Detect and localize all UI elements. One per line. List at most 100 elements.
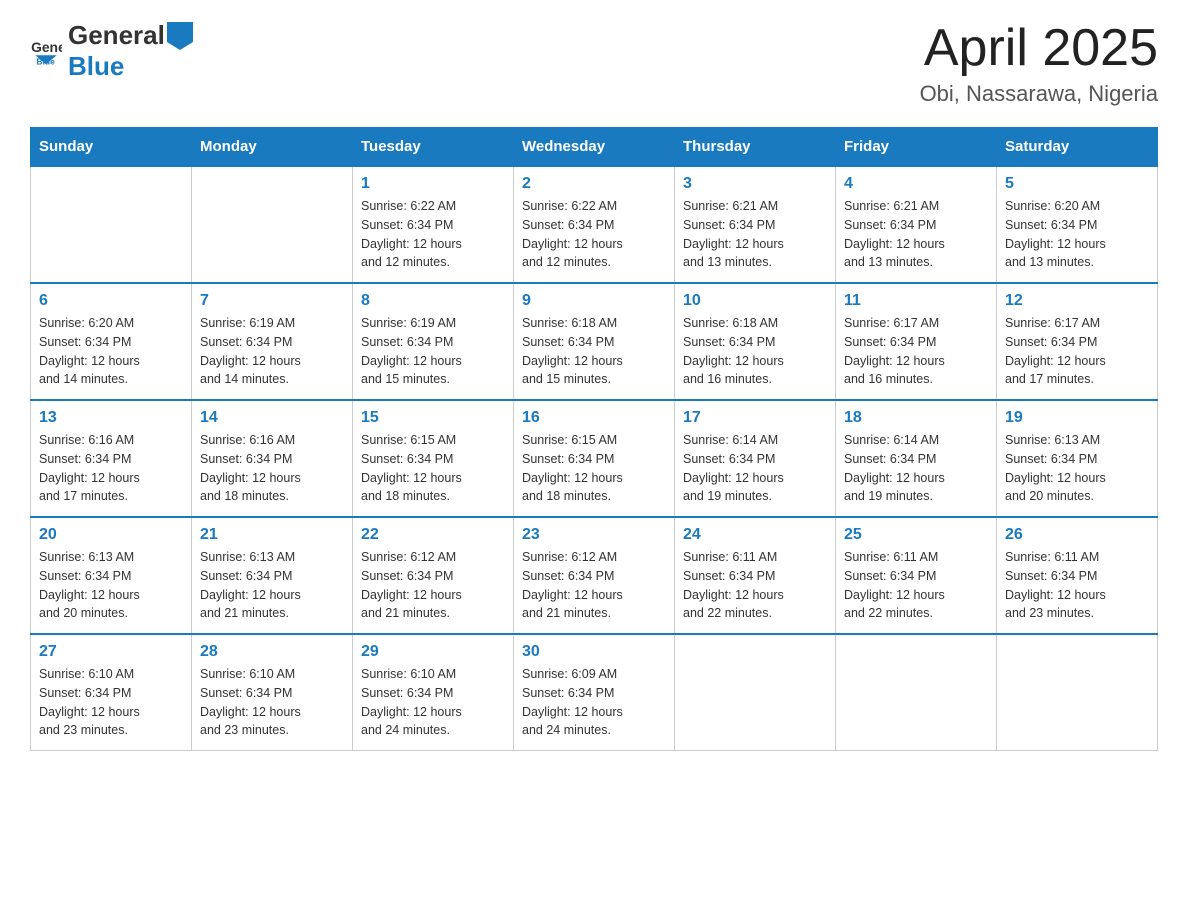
month-title: April 2025 [920,20,1158,77]
calendar-cell: 5Sunrise: 6:20 AM Sunset: 6:34 PM Daylig… [997,166,1158,283]
day-number: 9 [522,292,666,310]
logo-icon: General Blue [30,35,62,67]
weekday-header-friday: Friday [836,128,997,167]
day-info: Sunrise: 6:20 AM Sunset: 6:34 PM Dayligh… [39,314,183,389]
day-number: 26 [1005,526,1149,544]
title-block: April 2025 Obi, Nassarawa, Nigeria [920,20,1158,107]
weekday-header-saturday: Saturday [997,128,1158,167]
day-info: Sunrise: 6:14 AM Sunset: 6:34 PM Dayligh… [683,431,827,506]
calendar-cell: 24 Sunrise: 6:11 AM Sunset: 6:34 PM Dayli… [675,517,836,634]
weekday-header-tuesday: Tuesday [353,128,514,167]
calendar-cell [997,634,1158,751]
day-number: 2 [522,175,666,193]
day-number: 29 [361,643,505,661]
svg-text:General: General [31,39,62,55]
weekday-header-wednesday: Wednesday [514,128,675,167]
calendar-week-row: 13 Sunrise: 6:16 AM Sunset: 6:34 PM Dayli… [31,400,1158,517]
logo-arrow-icon [167,22,193,50]
day-info: Sunrise: 6:19 AM Sunset: 6:34 PM Dayligh… [361,314,505,389]
calendar-cell [192,166,353,283]
calendar-cell: 9 Sunrise: 6:18 AM Sunset: 6:34 PM Daylig… [514,283,675,400]
day-number: 3 [683,175,827,193]
page-header: General Blue General Blue April 2025 Obi… [30,20,1158,107]
day-info: Sunrise: 6:10 AM Sunset: 6:34 PM Dayligh… [200,665,344,740]
calendar-week-row: 6 Sunrise: 6:20 AM Sunset: 6:34 PM Daylig… [31,283,1158,400]
day-number: 30 [522,643,666,661]
day-info: Sunrise: 6:20 AM Sunset: 6:34 PM Dayligh… [1005,197,1149,272]
calendar-cell: 15 Sunrise: 6:15 AM Sunset: 6:34 PM Dayli… [353,400,514,517]
day-info: Sunrise: 6:10 AM Sunset: 6:34 PM Dayligh… [361,665,505,740]
weekday-header-thursday: Thursday [675,128,836,167]
calendar-cell [675,634,836,751]
calendar-cell [836,634,997,751]
day-number: 28 [200,643,344,661]
calendar-cell: 8Sunrise: 6:19 AM Sunset: 6:34 PM Daylig… [353,283,514,400]
day-info: Sunrise: 6:13 AM Sunset: 6:34 PM Dayligh… [1005,431,1149,506]
calendar-cell: 16Sunrise: 6:15 AM Sunset: 6:34 PM Dayli… [514,400,675,517]
day-number: 15 [361,409,505,427]
day-info: Sunrise: 6:10 AM Sunset: 6:34 PM Dayligh… [39,665,183,740]
svg-text:Blue: Blue [36,56,55,66]
calendar-week-row: 1 Sunrise: 6:22 AM Sunset: 6:34 PM Daylig… [31,166,1158,283]
day-info: Sunrise: 6:09 AM Sunset: 6:34 PM Dayligh… [522,665,666,740]
day-info: Sunrise: 6:14 AM Sunset: 6:34 PM Dayligh… [844,431,988,506]
day-number: 7 [200,292,344,310]
day-info: Sunrise: 6:16 AM Sunset: 6:34 PM Dayligh… [200,431,344,506]
calendar-cell: 17 Sunrise: 6:14 AM Sunset: 6:34 PM Dayli… [675,400,836,517]
calendar-cell: 1Sunrise: 6:22 AM Sunset: 6:34 PM Daylig… [353,166,514,283]
day-info: Sunrise: 6:18 AM Sunset: 6:34 PM Dayligh… [522,314,666,389]
day-number: 13 [39,409,183,427]
calendar-header: SundayMondayTuesdayWednesdayThursdayFrid… [31,128,1158,167]
day-number: 11 [844,292,988,310]
day-info: Sunrise: 6:11 AM Sunset: 6:34 PM Dayligh… [844,548,988,623]
calendar-cell: 26Sunrise: 6:11 AM Sunset: 6:34 PM Dayli… [997,517,1158,634]
day-info: Sunrise: 6:18 AM Sunset: 6:34 PM Dayligh… [683,314,827,389]
day-info: Sunrise: 6:13 AM Sunset: 6:34 PM Dayligh… [39,548,183,623]
day-info: Sunrise: 6:15 AM Sunset: 6:34 PM Dayligh… [522,431,666,506]
calendar-cell: 11Sunrise: 6:17 AM Sunset: 6:34 PM Dayli… [836,283,997,400]
day-info: Sunrise: 6:11 AM Sunset: 6:34 PM Dayligh… [683,548,827,623]
day-info: Sunrise: 6:21 AM Sunset: 6:34 PM Dayligh… [683,197,827,272]
calendar-cell: 28 Sunrise: 6:10 AM Sunset: 6:34 PM Dayli… [192,634,353,751]
calendar-cell: 6 Sunrise: 6:20 AM Sunset: 6:34 PM Daylig… [31,283,192,400]
day-number: 6 [39,292,183,310]
day-number: 20 [39,526,183,544]
calendar-cell: 3 Sunrise: 6:21 AM Sunset: 6:34 PM Daylig… [675,166,836,283]
day-number: 27 [39,643,183,661]
calendar-cell: 18Sunrise: 6:14 AM Sunset: 6:34 PM Dayli… [836,400,997,517]
day-info: Sunrise: 6:21 AM Sunset: 6:34 PM Dayligh… [844,197,988,272]
day-number: 14 [200,409,344,427]
day-info: Sunrise: 6:17 AM Sunset: 6:34 PM Dayligh… [1005,314,1149,389]
logo-general-text: General [68,20,165,51]
calendar-cell: 29 Sunrise: 6:10 AM Sunset: 6:34 PM Dayli… [353,634,514,751]
day-number: 12 [1005,292,1149,310]
calendar-cell: 30 Sunrise: 6:09 AM Sunset: 6:34 PM Dayli… [514,634,675,751]
calendar-cell: 13Sunrise: 6:16 AM Sunset: 6:34 PM Dayli… [31,400,192,517]
calendar-cell: 22Sunrise: 6:12 AM Sunset: 6:34 PM Dayli… [353,517,514,634]
day-info: Sunrise: 6:19 AM Sunset: 6:34 PM Dayligh… [200,314,344,389]
day-info: Sunrise: 6:12 AM Sunset: 6:34 PM Dayligh… [361,548,505,623]
day-number: 17 [683,409,827,427]
day-number: 4 [844,175,988,193]
calendar-cell: 4 Sunrise: 6:21 AM Sunset: 6:34 PM Daylig… [836,166,997,283]
day-info: Sunrise: 6:12 AM Sunset: 6:34 PM Dayligh… [522,548,666,623]
weekday-header-sunday: Sunday [31,128,192,167]
day-number: 21 [200,526,344,544]
day-info: Sunrise: 6:15 AM Sunset: 6:34 PM Dayligh… [361,431,505,506]
calendar-cell: 10Sunrise: 6:18 AM Sunset: 6:34 PM Dayli… [675,283,836,400]
calendar-cell: 21 Sunrise: 6:13 AM Sunset: 6:34 PM Dayli… [192,517,353,634]
day-number: 1 [361,175,505,193]
calendar-week-row: 27 Sunrise: 6:10 AM Sunset: 6:34 PM Dayli… [31,634,1158,751]
calendar-cell: 2 Sunrise: 6:22 AM Sunset: 6:34 PM Daylig… [514,166,675,283]
calendar-cell: 20 Sunrise: 6:13 AM Sunset: 6:34 PM Dayli… [31,517,192,634]
day-info: Sunrise: 6:13 AM Sunset: 6:34 PM Dayligh… [200,548,344,623]
day-number: 24 [683,526,827,544]
day-number: 25 [844,526,988,544]
day-number: 19 [1005,409,1149,427]
calendar-cell: 14 Sunrise: 6:16 AM Sunset: 6:34 PM Dayli… [192,400,353,517]
day-info: Sunrise: 6:22 AM Sunset: 6:34 PM Dayligh… [522,197,666,272]
location-title: Obi, Nassarawa, Nigeria [920,81,1158,107]
calendar-cell: 25 Sunrise: 6:11 AM Sunset: 6:34 PM Dayli… [836,517,997,634]
weekday-header-monday: Monday [192,128,353,167]
logo-blue-text: Blue [68,51,124,81]
